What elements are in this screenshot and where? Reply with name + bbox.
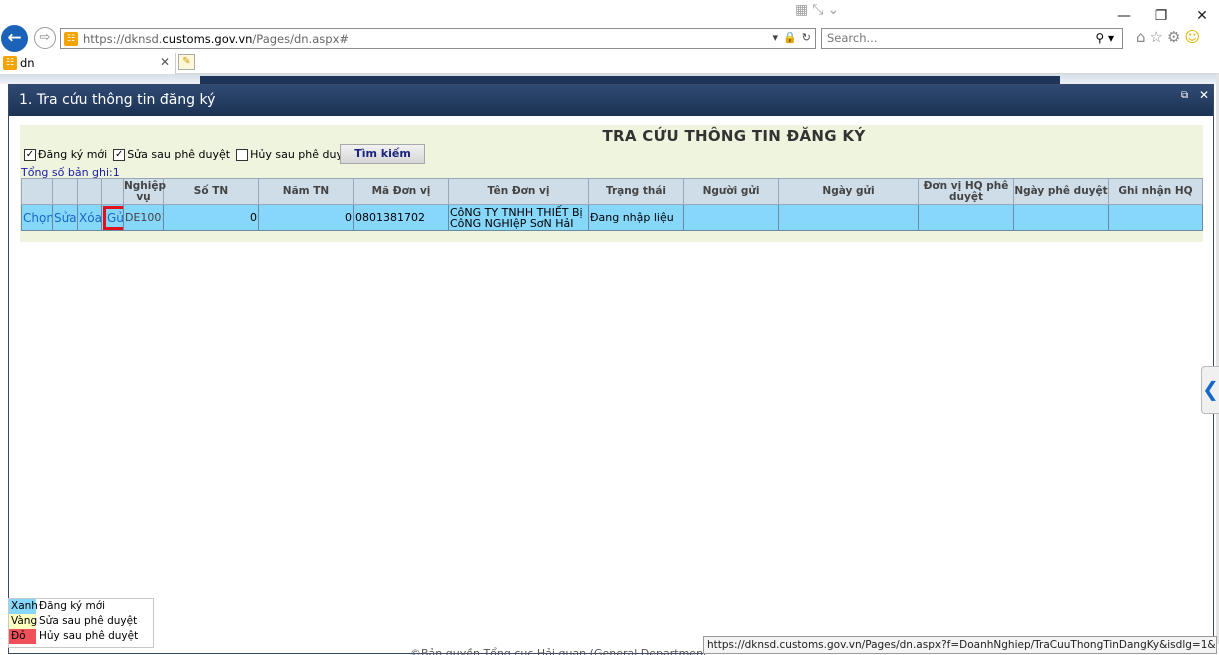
column-header xyxy=(21,178,53,205)
filter-new-checkbox[interactable]: ✓ xyxy=(24,148,36,161)
lookup-dialog: 1. Tra cứu thông tin đăng ký ⧉ ✕ TRA CỨU… xyxy=(8,84,1214,654)
new-tab-button[interactable]: ✎ xyxy=(178,54,195,70)
legend-item: Vàng Sửa sau phê duyệt xyxy=(9,614,153,629)
minimize-button[interactable]: — xyxy=(1114,6,1134,26)
filter-cancel-label: Hủy sau phê duyệt xyxy=(250,148,355,161)
side-panel-toggle[interactable]: ❮ xyxy=(1201,366,1219,414)
results-table: Nghiệp vụ Số TN Năm TN Mã Đơn vị Tên Đơn… xyxy=(21,178,1203,231)
favorites-star-icon[interactable]: ☆ xyxy=(1150,28,1163,46)
cell-trang-thai: Đang nhập liệu xyxy=(588,204,684,231)
url-icons: ▾ 🔒 ↻ xyxy=(773,31,811,44)
cell-nam-tn: 0 xyxy=(258,204,354,231)
address-bar-row: ← ⇨ ☷ https://dknsd.customs.gov.vn/Pages… xyxy=(0,24,1219,52)
legend-label: Sửa sau phê duyệt xyxy=(39,615,138,627)
tab-favicon-icon: ☷ xyxy=(3,56,17,70)
column-header-ma-don-vi[interactable]: Mã Đơn vị xyxy=(353,178,449,205)
shrink-icon[interactable]: ⤡ xyxy=(812,2,823,22)
cell-so-tn: 0 xyxy=(163,204,259,231)
table-header-row: Nghiệp vụ Số TN Năm TN Mã Đơn vị Tên Đơn… xyxy=(21,178,1203,205)
column-header-so-tn[interactable]: Số TN xyxy=(163,178,259,205)
dropdown-arrow-icon[interactable]: ▾ xyxy=(773,31,779,44)
tab-close-icon[interactable]: ✕ xyxy=(160,55,170,69)
cell-don-vi-hq xyxy=(918,204,1014,231)
legend-label: Hủy sau phê duyệt xyxy=(39,630,139,642)
back-button[interactable]: ← xyxy=(1,25,28,52)
column-header-ten-don-vi[interactable]: Tên Đơn vị xyxy=(448,178,589,205)
filter-edit-label: Sửa sau phê duyệt xyxy=(127,148,231,161)
toolbar-icons: ⌂ ☆ ⚙ ☺ xyxy=(1136,28,1200,46)
edit-link[interactable]: Sửa xyxy=(52,204,78,231)
column-header xyxy=(77,178,102,205)
close-window-button[interactable]: ✕ xyxy=(1192,6,1212,26)
send-link[interactable]: Gửi xyxy=(103,205,123,230)
site-favicon-icon: ☷ xyxy=(64,32,78,46)
cell-ma-don-vi: 0801381702 xyxy=(353,204,449,231)
lock-icon[interactable]: 🔒 xyxy=(783,31,797,44)
cell-ngay-phe-duyet xyxy=(1013,204,1109,231)
url-field[interactable]: ☷ https://dknsd.customs.gov.vn/Pages/dn.… xyxy=(60,28,816,49)
tile-icon[interactable]: ▦ xyxy=(795,2,808,22)
search-icon[interactable]: ⚲ ▾ xyxy=(1095,31,1114,45)
maximize-dialog-icon[interactable]: ⧉ xyxy=(1181,90,1188,101)
smiley-icon[interactable]: ☺ xyxy=(1184,28,1200,46)
panel-title: TRA CỨU THÔNG TIN ĐĂNG KÝ xyxy=(602,127,866,145)
tab-title: dn xyxy=(20,56,35,70)
tab-strip: ☷ dn ✕ ✎ xyxy=(0,52,1219,74)
home-icon[interactable]: ⌂ xyxy=(1136,28,1146,46)
tab-dn[interactable]: ☷ dn ✕ xyxy=(0,53,176,74)
cell-ngay-gui xyxy=(778,204,919,231)
column-header-trang-thai[interactable]: Trạng thái xyxy=(588,178,684,205)
status-legend: Xanh Đăng ký mới Vàng Sửa sau phê duyệt … xyxy=(8,598,154,648)
legend-item: Xanh Đăng ký mới xyxy=(9,599,153,614)
legend-swatch-red: Đỏ xyxy=(9,629,36,644)
dialog-titlebar: 1. Tra cứu thông tin đăng ký ⧉ ✕ xyxy=(9,85,1213,116)
search-box[interactable]: ⚲ ▾ xyxy=(821,28,1123,49)
column-header-nguoi-gui[interactable]: Người gửi xyxy=(683,178,779,205)
select-link[interactable]: Chọn xyxy=(21,204,53,231)
cell-nguoi-gui xyxy=(683,204,779,231)
send-cell: Gửi xyxy=(101,204,124,231)
cell-nghiep-vu: DE1001 xyxy=(123,204,164,231)
column-header-nghiep-vu[interactable]: Nghiệp vụ xyxy=(123,178,166,205)
dialog-title: 1. Tra cứu thông tin đăng ký xyxy=(19,92,216,108)
filter-new-label: Đăng ký mới xyxy=(38,148,108,161)
search-button[interactable]: Tìm kiếm xyxy=(340,144,425,164)
cell-ghi-nhan-hq xyxy=(1108,204,1203,231)
restore-button[interactable]: ❐ xyxy=(1151,6,1171,26)
cell-ten-don-vi: CôNG TY TNHH THIẾT Bị CôNG NGHIệP SơN Hả… xyxy=(448,204,589,231)
page-banner xyxy=(0,74,1219,84)
legend-swatch-blue: Xanh xyxy=(9,599,38,614)
legend-item: Đỏ Hủy sau phê duyệt xyxy=(9,629,153,644)
column-header xyxy=(52,178,78,205)
search-panel: TRA CỨU THÔNG TIN ĐĂNG KÝ ✓ Đăng ký mới … xyxy=(20,125,1203,242)
refresh-icon[interactable]: ↻ xyxy=(802,31,811,44)
close-dialog-icon[interactable]: ✕ xyxy=(1199,88,1209,102)
search-input[interactable] xyxy=(827,31,1077,45)
url-text: https://dknsd.customs.gov.vn/Pages/dn.as… xyxy=(83,32,350,46)
filter-cancel-checkbox[interactable] xyxy=(236,148,249,161)
filter-edit-checkbox[interactable]: ✓ xyxy=(113,148,126,161)
legend-label: Đăng ký mới xyxy=(39,600,106,612)
forward-button[interactable]: ⇨ xyxy=(34,27,56,49)
table-row: Chọn Sửa Xóa Gửi DE1001 0 0 0801381702 C… xyxy=(21,204,1203,231)
column-header-don-vi-hq[interactable]: Đơn vị HQ phê duyệt xyxy=(918,178,1014,205)
delete-link[interactable]: Xóa xyxy=(77,204,102,231)
chevron-down-icon[interactable]: ⌄ xyxy=(827,2,839,22)
column-header-ngay-gui[interactable]: Ngày gửi xyxy=(778,178,919,205)
browser-window: ▦ ⤡ ⌄ — ❐ ✕ ← ⇨ ☷ https://dknsd.customs.… xyxy=(0,0,1219,655)
status-bar-url: https://dknsd.customs.gov.vn/Pages/dn.as… xyxy=(703,636,1217,654)
column-header-ghi-nhan-hq[interactable]: Ghi nhận HQ xyxy=(1108,178,1203,205)
legend-swatch-yellow: Vàng xyxy=(9,614,38,629)
settings-gear-icon[interactable]: ⚙ xyxy=(1167,28,1180,46)
tab-grid-controls: ▦ ⤡ ⌄ xyxy=(795,2,850,22)
column-header xyxy=(101,178,124,205)
column-header-nam-tn[interactable]: Năm TN xyxy=(258,178,354,205)
chevron-left-icon: ❮ xyxy=(1202,377,1219,401)
column-header-ngay-phe-duyet[interactable]: Ngày phê duyệt xyxy=(1013,178,1109,205)
status-filters: ✓ Đăng ký mới ✓ Sửa sau phê duyệt Hủy sa… xyxy=(24,148,360,161)
copyright-footer: ©Bản quyền Tổng cục Hải quan (General De… xyxy=(410,647,708,655)
